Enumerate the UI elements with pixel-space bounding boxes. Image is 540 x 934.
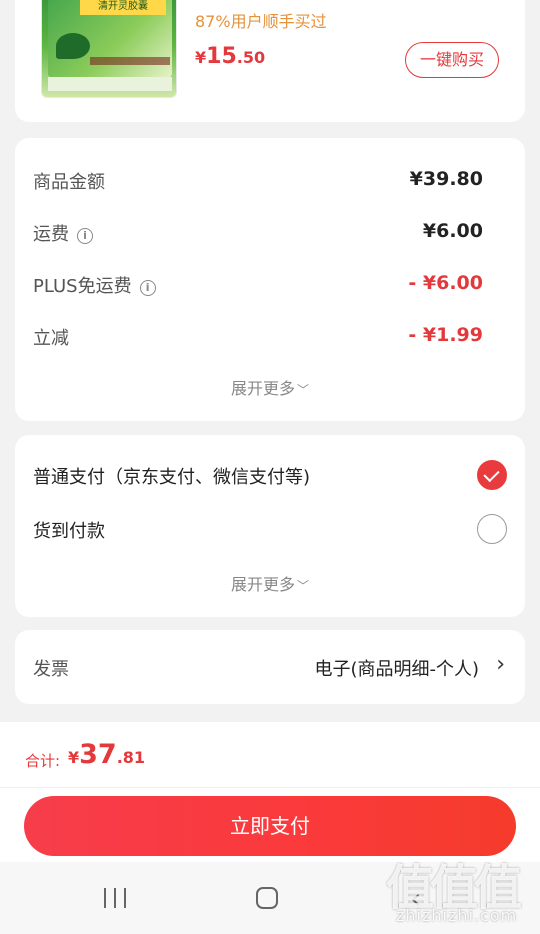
one-click-buy-button[interactable]: 一键购买 xyxy=(405,42,499,78)
fee-row-plus-free-shipping: PLUS免运费 i - ¥6.00 xyxy=(15,264,525,300)
pay-now-button[interactable]: 立即支付 xyxy=(24,796,516,856)
chevron-down-icon: ﹀ xyxy=(297,383,310,397)
info-icon[interactable]: i xyxy=(77,228,93,244)
divider xyxy=(0,787,540,788)
price-decimal: .50 xyxy=(236,48,266,67)
invoice-label: 发票 xyxy=(33,659,69,680)
product-box-base xyxy=(48,77,172,91)
fees-expand-more[interactable]: 展开更多 ﹀ xyxy=(15,375,525,399)
expand-label: 展开更多 xyxy=(230,379,295,398)
fee-value: ¥39.80 xyxy=(409,168,483,190)
invoice-value: 电子(商品明细-个人) xyxy=(314,659,479,680)
chevron-right-icon: › xyxy=(496,652,505,677)
expand-label: 展开更多 xyxy=(230,575,295,594)
fee-row-discount: 立减 - ¥1.99 xyxy=(15,316,525,352)
payment-option-normal[interactable]: 普通支付（京东支付、微信支付等) xyxy=(15,455,525,495)
fee-row-shipping: 运费 i ¥6.00 xyxy=(15,212,525,248)
fee-label-text: 运费 xyxy=(33,224,69,245)
bought-percentage-text: 87%用户顺手买过 xyxy=(195,12,327,31)
recents-icon[interactable] xyxy=(104,888,128,908)
product-image[interactable]: 清开灵胶囊 xyxy=(41,0,177,98)
product-card: 清开灵胶囊 87%用户顺手买过 ¥15.50 一键购买 xyxy=(15,0,525,122)
fee-label-text: PLUS免运费 xyxy=(33,276,132,297)
product-price: ¥15.50 xyxy=(195,44,265,69)
price-integer: 15 xyxy=(206,44,237,69)
fee-label: PLUS免运费 i xyxy=(33,272,156,298)
home-icon[interactable] xyxy=(256,887,278,909)
radio-checked-icon[interactable] xyxy=(477,460,507,490)
total-label: 合计: xyxy=(25,752,61,770)
product-box-title: 清开灵胶囊 xyxy=(80,0,166,15)
product-maker-band xyxy=(90,57,170,65)
total-symbol: ¥ xyxy=(68,748,80,767)
info-icon[interactable]: i xyxy=(139,280,156,296)
price-symbol: ¥ xyxy=(195,48,207,67)
payment-option-cod[interactable]: 货到付款 xyxy=(15,509,525,549)
fee-label: 运费 i xyxy=(33,220,93,246)
payment-option-label: 货到付款 xyxy=(33,521,105,542)
fee-label: 商品金额 xyxy=(33,172,105,193)
total-amount: ¥37.81 xyxy=(68,739,145,770)
fee-row-goods-amount: 商品金额 ¥39.80 xyxy=(15,160,525,196)
leaf-graphic xyxy=(56,33,90,59)
fee-value: - ¥6.00 xyxy=(408,272,483,294)
fee-summary-card: 商品金额 ¥39.80 运费 i ¥6.00 PLUS免运费 i - ¥6.00 立… xyxy=(15,138,525,421)
checkout-bar: 合计: ¥37.81 立即支付 xyxy=(0,722,540,862)
invoice-row[interactable]: 发票 电子(商品明细-个人) › xyxy=(15,630,525,704)
fee-value: - ¥1.99 xyxy=(408,324,483,346)
payment-expand-more[interactable]: 展开更多 ﹀ xyxy=(15,571,525,595)
fee-value: ¥6.00 xyxy=(422,220,483,242)
payment-method-card: 普通支付（京东支付、微信支付等) 货到付款 展开更多 ﹀ xyxy=(15,435,525,617)
total-decimal: .81 xyxy=(116,748,146,767)
watermark-text: zhizhizhi.com xyxy=(396,906,518,925)
radio-unchecked-icon[interactable] xyxy=(477,514,507,544)
fee-label: 立减 xyxy=(33,328,69,349)
chevron-down-icon: ﹀ xyxy=(297,579,310,593)
total-integer: 37 xyxy=(79,739,117,770)
payment-option-label: 普通支付（京东支付、微信支付等) xyxy=(33,467,311,488)
